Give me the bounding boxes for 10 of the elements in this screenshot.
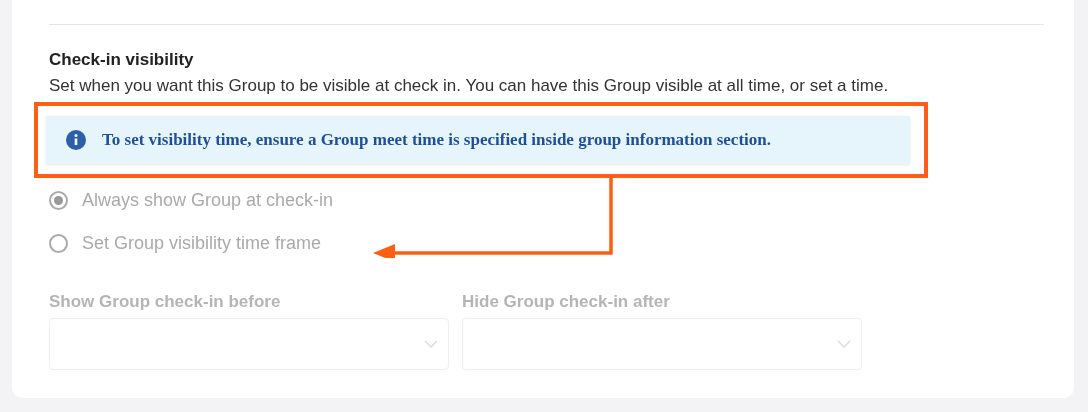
section-description: Set when you want this Group to be visible at check in. You can have this Group visible at all time, or set a time. bbox=[49, 76, 890, 96]
chevron-icon bbox=[837, 340, 851, 348]
field-label: Show Group check-in before bbox=[49, 292, 282, 312]
section-title: Check-in visibility bbox=[49, 50, 195, 70]
info-message: To set visibility time, ensure a Group meet time is specified inside group information section. bbox=[102, 130, 771, 150]
info-icon bbox=[66, 130, 86, 150]
select-field[interactable] bbox=[462, 318, 862, 370]
chevron-icon bbox=[424, 340, 438, 348]
field-label: Hide Group check-in after bbox=[462, 292, 671, 312]
select-field[interactable] bbox=[49, 318, 449, 370]
